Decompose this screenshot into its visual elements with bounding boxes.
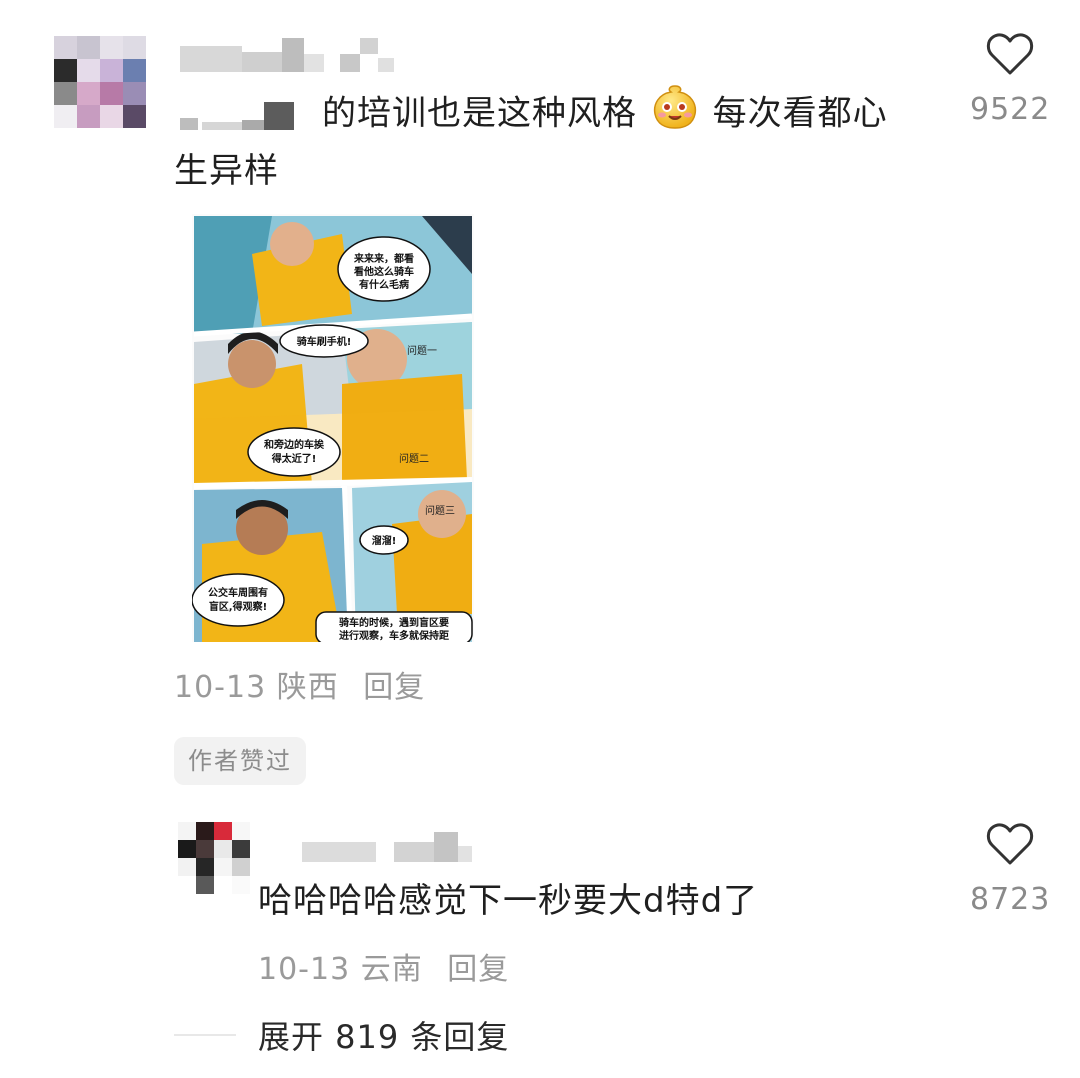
comic-caption-1: 问题一 <box>407 344 437 357</box>
reply-reply-button[interactable]: 回复 <box>447 952 509 987</box>
comment-text-line2: 生异样 <box>174 151 279 191</box>
reply-like-count: 8723 <box>970 882 1051 917</box>
comic-bubble-1c: 有什么毛病 <box>359 278 409 291</box>
comic-bubble-6a: 骑车的时候，遇到盲区要 <box>339 616 449 629</box>
comic-bubble-3a: 和旁边的车挨 <box>263 438 325 451</box>
reply-like-button[interactable] <box>986 822 1034 870</box>
reply-avatar[interactable] <box>178 822 250 894</box>
comic-bubble-3b: 得太近了! <box>271 452 317 465</box>
comment-location: 陕西 <box>276 670 339 705</box>
reply-meta: 10-13 云南 回复 <box>258 944 509 988</box>
heart-icon[interactable] <box>986 822 1034 866</box>
username[interactable] <box>180 38 400 78</box>
comment-meta: 10-13 陕西 回复 <box>174 662 425 706</box>
comic-bubble-5: 溜溜! <box>372 534 397 547</box>
reply-username[interactable] <box>302 832 472 862</box>
redacted-mention <box>180 100 300 132</box>
comic-caption-2: 问题二 <box>399 452 429 465</box>
like-count: 9522 <box>970 92 1051 127</box>
comic-bubble-2: 骑车刷手机! <box>297 335 352 348</box>
heart-icon[interactable] <box>986 32 1034 76</box>
comic-bubble-1b: 看他这么骑车 <box>354 265 414 278</box>
comic-bubble-6b: 进行观察，车多就保持距 <box>339 629 449 642</box>
smiling-face-emoji <box>651 82 699 148</box>
reply-button[interactable]: 回复 <box>363 670 425 705</box>
expand-replies-button[interactable]: 展开 819 条回复 <box>258 1012 509 1058</box>
comic-bubble-1a: 来来来，都看 <box>353 252 414 265</box>
reply-text: 哈哈哈哈感觉下一秒要大d特d了 <box>258 881 759 921</box>
comic-bubble-4b: 盲区,得观察! <box>209 600 267 613</box>
expand-divider <box>174 1034 236 1036</box>
comment-image[interactable]: 来来来，都看 看他这么骑车 有什么毛病 骑车刷手机! 问题一 和旁边的车挨 得太… <box>192 214 474 642</box>
like-button[interactable] <box>986 32 1034 80</box>
reply-location: 云南 <box>360 952 423 987</box>
comic-caption-3: 问题三 <box>425 504 455 517</box>
reply-date: 10-13 <box>258 952 351 987</box>
comment-text: 的培训也是这种风格 每次看都心 <box>322 82 888 148</box>
comment-date: 10-13 <box>174 670 267 705</box>
comic-bubble-4a: 公交车周围有 <box>208 586 268 599</box>
comment-text-part1: 的培训也是这种风格 <box>322 93 637 134</box>
author-liked-badge: 作者赞过 <box>174 737 306 785</box>
avatar[interactable] <box>54 36 146 128</box>
comment-text-part2: 每次看都心 <box>712 93 888 134</box>
